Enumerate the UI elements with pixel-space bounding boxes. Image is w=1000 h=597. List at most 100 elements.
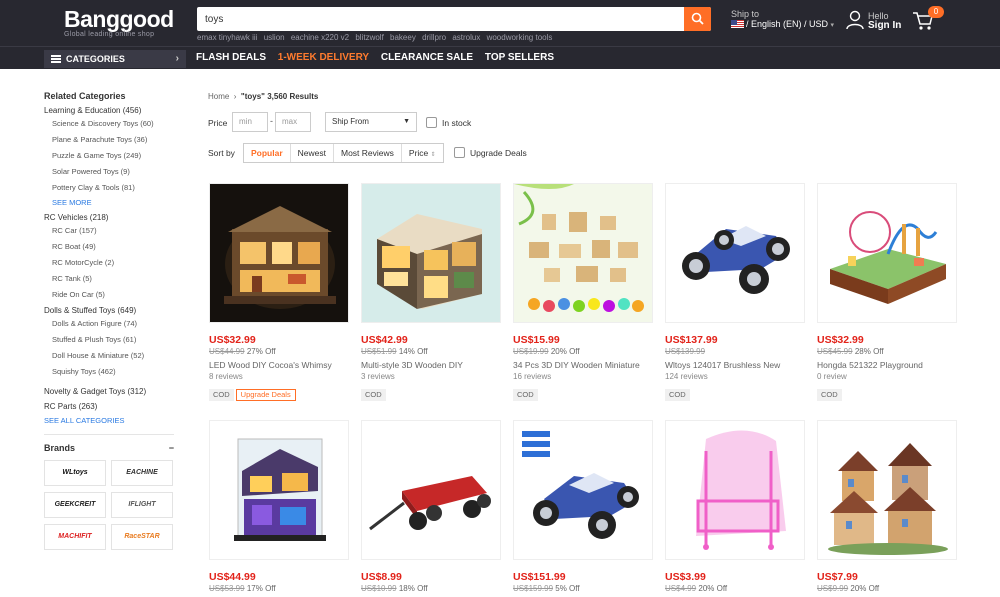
brands-header[interactable]: Brands − [44,443,174,453]
product-card[interactable]: US$8.99 US$10.99 18% Off [361,420,501,597]
product-price: US$32.99 [817,334,864,346]
brand-logo[interactable]: RaceSTAR [111,524,173,550]
price-min-input[interactable]: min [232,112,268,132]
in-stock-checkbox[interactable] [426,117,437,128]
product-image[interactable] [817,420,957,560]
upgrade-deals-checkbox[interactable] [454,147,465,158]
hotword-link[interactable]: blitzwolf [355,33,383,42]
subcategory-link[interactable]: Pottery Clay & Tools (81) [44,180,184,196]
product-reviews[interactable]: 16 reviews [513,372,653,384]
product-reviews[interactable]: 3 reviews [361,372,501,384]
product-image[interactable] [513,183,653,323]
search-input[interactable] [205,7,675,31]
nav-clearance-sale[interactable]: CLEARANCE SALE [381,52,473,63]
categories-button[interactable]: CATEGORIES › [44,50,186,68]
sort-popular[interactable]: Popular [244,144,291,162]
hotword-link[interactable]: emax tinyhawk iii [197,33,257,42]
product-reviews[interactable]: 0 review [817,372,957,384]
subcategory-link[interactable]: RC Tank (5) [44,271,184,287]
breadcrumb-home[interactable]: Home [208,92,229,101]
brand-logo[interactable]: EACHINE [111,460,173,486]
subcategory-link[interactable]: Squishy Toys (462) [44,364,184,380]
product-image[interactable] [513,420,653,560]
original-price: US$45.99 [817,347,853,356]
product-image[interactable] [817,183,957,323]
sort-newest[interactable]: Newest [291,144,334,162]
hotword-link[interactable]: woodworking tools [487,33,553,42]
hotword-link[interactable]: uslion [264,33,285,42]
subcategory-link[interactable]: Solar Powered Toys (9) [44,164,184,180]
product-price: US$151.99 [513,571,566,583]
product-title[interactable]: LED Wood DIY Cocoa's Whimsy [209,360,349,372]
price-max-input[interactable]: max [275,112,311,132]
product-title[interactable]: Hongda 521322 Playground [817,360,957,372]
subcategory-link[interactable]: Ride On Car (5) [44,287,184,303]
product-image[interactable] [665,183,805,323]
category-link[interactable]: RC Vehicles (218) [44,212,184,223]
breadcrumb: Home › "toys" 3,560 Results [208,92,318,101]
product-card[interactable]: US$44.99 US$53.99 17% Off [209,420,349,597]
product-image[interactable] [361,420,501,560]
hotword-link[interactable]: eachine x220 v2 [291,33,349,42]
nav-1-week-delivery[interactable]: 1-WEEK DELIVERY [278,52,369,63]
sign-in-link[interactable]: Sign In [868,20,901,31]
subcategory-link[interactable]: RC MotorCycle (2) [44,255,184,271]
subcategory-link[interactable]: Science & Discovery Toys (60) [44,116,184,132]
original-price: US$53.99 [209,584,245,593]
subcategory-link[interactable]: Doll House & Miniature (52) [44,348,184,364]
category-link[interactable]: Dolls & Stuffed Toys (649) [44,305,184,316]
product-image[interactable] [209,420,349,560]
collapse-icon[interactable]: − [169,443,174,453]
product-image[interactable] [665,420,805,560]
price-label: Price [208,118,228,128]
product-card[interactable]: US$32.99 US$45.99 28% Off Hongda 521322 … [817,183,957,401]
nav-top-sellers[interactable]: TOP SELLERS [485,52,554,63]
subcategory-link[interactable]: RC Car (157) [44,223,184,239]
brand-logo[interactable]: MACHIFIT [44,524,106,550]
hotword-link[interactable]: drillpro [422,33,446,42]
subcategory-link[interactable]: Stuffed & Plush Toys (61) [44,332,184,348]
subcategory-link[interactable]: Plane & Parachute Toys (36) [44,132,184,148]
breadcrumb-query: "toys" [240,92,265,101]
language-currency-selector[interactable]: / English (EN) / USD ▾ [731,19,834,29]
cart-count-badge: 0 [928,6,944,18]
see-all-categories-link[interactable]: SEE ALL CATEGORIES [44,415,184,427]
user-icon[interactable] [845,10,865,30]
product-price: US$42.99 [361,334,408,346]
brand-logo[interactable]: IFLIGHT [111,492,173,518]
banggood-logo[interactable]: Banggood [64,6,174,33]
product-card[interactable]: US$151.99 US$159.99 5% Off [513,420,653,597]
category-link[interactable]: Novelty & Gadget Toys (312) [44,386,184,397]
see-more-link[interactable]: SEE MORE [44,196,184,210]
product-card[interactable]: US$15.99 US$19.99 20% Off 34 Pcs 3D DIY … [513,183,653,401]
product-reviews[interactable]: 8 reviews [209,372,349,384]
subcategory-link[interactable]: RC Boat (49) [44,239,184,255]
ship-to-label[interactable]: Ship to [731,9,759,19]
subcategory-link[interactable]: Puzzle & Game Toys (249) [44,148,184,164]
product-card[interactable]: US$7.99 US$9.99 20% Off [817,420,957,597]
product-title[interactable]: Multi-style 3D Wooden DIY [361,360,501,372]
hotword-link[interactable]: astrolux [452,33,480,42]
sort-most-reviews[interactable]: Most Reviews [334,144,402,162]
product-card[interactable]: US$42.99 US$51.99 14% Off Multi-style 3D… [361,183,501,401]
brand-logo[interactable]: GEEKCREIT [44,492,106,518]
product-image[interactable] [209,183,349,323]
product-card[interactable]: US$3.99 US$4.99 20% Off [665,420,805,597]
product-image[interactable] [361,183,501,323]
product-reviews[interactable]: 124 reviews [665,372,805,384]
product-card[interactable]: US$32.99 US$44.99 27% Off LED Wood DIY C… [209,183,349,401]
subcategory-link[interactable]: Dolls & Action Figure (74) [44,316,184,332]
category-link[interactable]: RC Parts (263) [44,401,184,412]
discount: 20% Off [698,584,728,593]
hotword-link[interactable]: bakeey [390,33,416,42]
product-original-price: US$159.99 5% Off [513,584,653,597]
product-title[interactable]: Wltoys 124017 Brushless New [665,360,805,372]
product-title[interactable]: 34 Pcs 3D DIY Wooden Miniature [513,360,653,372]
product-card[interactable]: US$137.99 US$139.99 Wltoys 124017 Brushl… [665,183,805,401]
search-button[interactable] [684,7,711,31]
brand-logo[interactable]: WLtoys [44,460,106,486]
ship-from-select[interactable]: Ship From ▼ [325,112,417,132]
category-link[interactable]: Learning & Education (456) [44,105,184,116]
nav-flash-deals[interactable]: FLASH DEALS [196,52,266,63]
sort-price[interactable]: Price ⇕ [402,144,443,162]
